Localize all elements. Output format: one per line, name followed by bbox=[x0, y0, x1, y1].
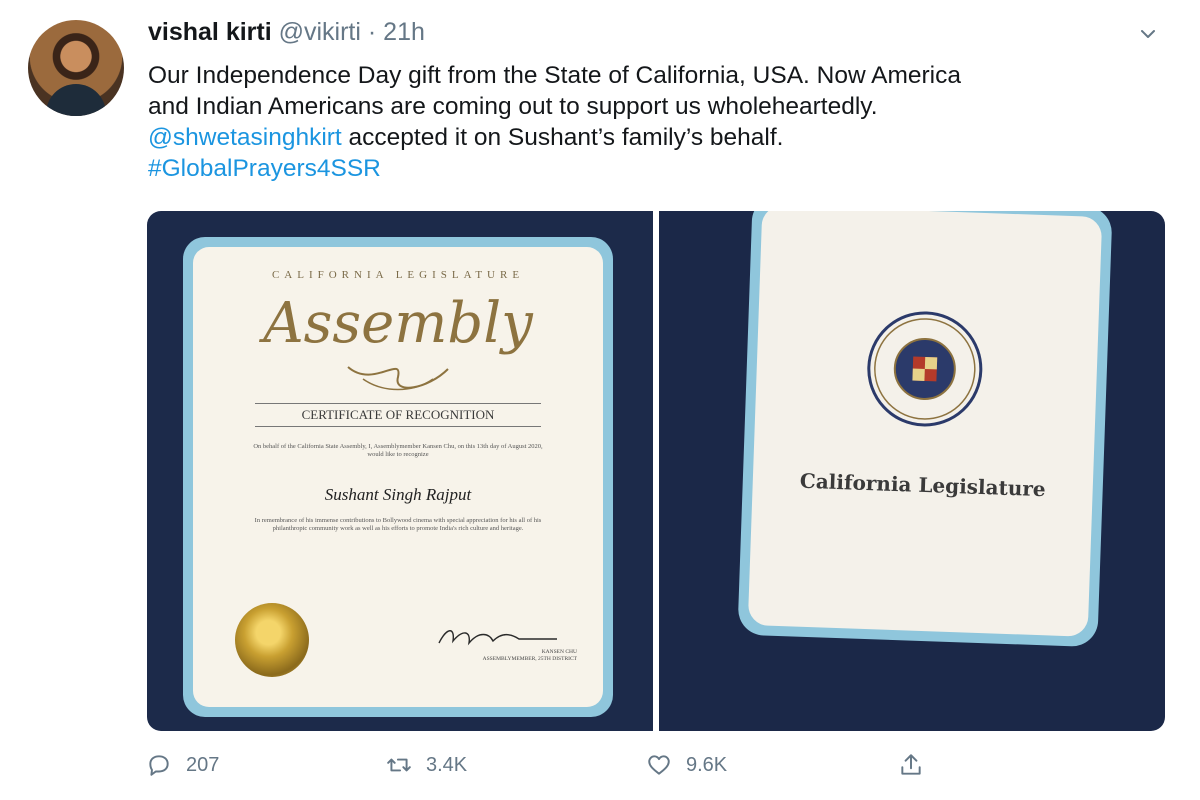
flourish-ornament bbox=[347, 366, 449, 391]
reply-icon bbox=[149, 755, 169, 776]
tweet-text-line-3-rest: accepted it on Sushant’s family’s behalf… bbox=[341, 124, 784, 151]
separator-dot: · bbox=[367, 18, 377, 46]
certificate-org: CALIFORNIA LEGISLATURE bbox=[271, 269, 525, 281]
tweet-text-line-4: #GlobalPrayers4SSR bbox=[148, 153, 1158, 184]
certificate-title: Assembly bbox=[263, 291, 533, 356]
like-count: 9.6K bbox=[686, 753, 728, 776]
cover-photo[interactable]: California Legislature bbox=[659, 211, 1165, 731]
share-button[interactable] bbox=[898, 752, 924, 778]
state-seal-icon bbox=[867, 311, 983, 427]
reply-count: 207 bbox=[186, 753, 220, 776]
signer-name: KANSEN CHU bbox=[541, 649, 577, 655]
tweet-body: Our Independence Day gift from the State… bbox=[148, 60, 1158, 184]
certificate-subtitle: CERTIFICATE OF RECOGNITION bbox=[255, 403, 541, 427]
certificate-intro: On behalf of the California State Assemb… bbox=[253, 443, 543, 458]
tweet-text-line-3: @shwetasinghkirt accepted it on Sushant’… bbox=[148, 122, 1158, 153]
tweet-text-line-1: Our Independence Day gift from the State… bbox=[148, 62, 961, 89]
tweet-timestamp[interactable]: 21h bbox=[383, 18, 425, 46]
certificate-recipient: Sushant Singh Rajput bbox=[324, 485, 472, 504]
like-button[interactable]: 9.6K bbox=[646, 752, 727, 778]
mention-link[interactable]: @shwetasinghkirt bbox=[148, 124, 342, 151]
author-handle[interactable]: @vikirti bbox=[279, 18, 361, 46]
cover-document: California Legislature bbox=[747, 211, 1103, 637]
retweet-button[interactable]: 3.4K bbox=[386, 752, 467, 778]
tweet-text-line-2: and Indian Americans are coming out to s… bbox=[148, 93, 878, 120]
retweet-icon bbox=[387, 758, 411, 772]
tweet-media[interactable]: CALIFORNIA LEGISLATURE Assembly CERTIFIC… bbox=[147, 211, 1165, 731]
author-name[interactable]: vishal kirti bbox=[148, 18, 272, 46]
hashtag-link[interactable]: #GlobalPrayers4SSR bbox=[148, 155, 381, 182]
certificate-body: In remembrance of his immense contributi… bbox=[254, 517, 542, 532]
chevron-down-icon[interactable] bbox=[1140, 26, 1156, 42]
reply-button[interactable]: 207 bbox=[146, 752, 219, 778]
heart-icon bbox=[648, 755, 670, 775]
avatar-photo bbox=[46, 84, 106, 116]
certificate-signer: KANSEN CHU ASSEMBLYMEMBER, 25TH DISTRICT bbox=[417, 649, 577, 663]
gold-seal-icon bbox=[235, 603, 309, 677]
share-icon bbox=[901, 754, 921, 775]
certificate-document: CALIFORNIA LEGISLATURE Assembly CERTIFIC… bbox=[193, 247, 603, 707]
certificate-photo[interactable]: CALIFORNIA LEGISLATURE Assembly CERTIFIC… bbox=[147, 211, 653, 731]
tweet-actions: 207 3.4K 9.6K bbox=[146, 752, 1156, 792]
retweet-count: 3.4K bbox=[426, 753, 468, 776]
signer-title: ASSEMBLYMEMBER, 25TH DISTRICT bbox=[482, 656, 577, 662]
cover-title: California Legislature bbox=[799, 468, 1047, 502]
signature-icon bbox=[438, 630, 557, 646]
tweet-header: vishal kirti @vikirti · 21h bbox=[148, 18, 425, 47]
author-avatar[interactable] bbox=[28, 20, 124, 116]
